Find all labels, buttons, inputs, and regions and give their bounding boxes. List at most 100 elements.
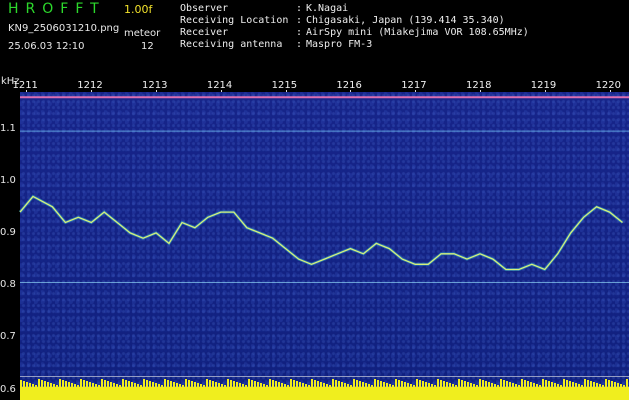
noise-floor-spike — [248, 379, 250, 387]
noise-floor-spike — [101, 379, 103, 387]
noise-floor-spike — [107, 381, 109, 387]
noise-floor-spike — [296, 381, 298, 387]
noise-floor-spike — [149, 381, 151, 387]
noise-floor-spike — [188, 380, 190, 387]
noise-floor-spike — [602, 385, 604, 387]
noise-floor-spike — [494, 384, 496, 387]
noise-floor-spike — [266, 385, 268, 387]
noise-floor-spike — [74, 384, 76, 387]
noise-floor-spike — [185, 379, 187, 387]
noise-floor-spike — [221, 384, 223, 387]
noise-floor-spike — [290, 379, 292, 387]
noise-floor-spike — [518, 385, 520, 387]
noise-floor-spike — [431, 384, 433, 387]
noise-floor-spike — [155, 383, 157, 387]
noise-floor-spike — [386, 383, 388, 387]
noise-floor-spike — [242, 384, 244, 387]
noise-floor-spike — [356, 380, 358, 387]
noise-floor-spike — [458, 379, 460, 387]
noise-floor-spike — [164, 379, 166, 387]
noise-floor-spike — [161, 385, 163, 387]
noise-floor-spike — [80, 379, 82, 387]
noise-floor-spike — [434, 385, 436, 387]
noise-floor-spike — [29, 383, 31, 387]
noise-floor-spike — [374, 379, 376, 387]
noise-floor-spike — [347, 384, 349, 387]
trace-glow — [18, 194, 624, 272]
noise-floor-spike — [269, 379, 271, 387]
noise-floor-spike — [395, 379, 397, 387]
noise-floor-spike — [167, 380, 169, 387]
noise-floor-spike — [419, 380, 421, 387]
noise-floor-spike — [605, 379, 607, 387]
noise-floor-spike — [521, 379, 523, 387]
noise-floor-spike — [44, 381, 46, 387]
noise-floor-spike — [359, 381, 361, 387]
noise-floor-spike — [194, 382, 196, 387]
noise-floor-spike — [23, 381, 25, 387]
noise-floor-spike — [368, 384, 370, 387]
noise-floor-spike — [89, 382, 91, 387]
noise-floor-spike — [245, 385, 247, 387]
noise-floor-spike — [116, 384, 118, 387]
noise-floor-spike — [104, 380, 106, 387]
noise-floor-spike — [206, 379, 208, 387]
noise-floor-spike — [26, 382, 28, 387]
noise-floor-spike — [50, 383, 52, 387]
noise-floor-spike — [527, 381, 529, 387]
noise-floor-spike — [122, 379, 124, 387]
noise-floor-spike — [320, 382, 322, 387]
noise-floor-spike — [137, 384, 139, 387]
noise-floor-spike — [251, 380, 253, 387]
noise-floor-spike — [554, 383, 556, 387]
noise-floor-spike — [254, 381, 256, 387]
noise-floor-spike — [341, 382, 343, 387]
noise-floor-spike — [299, 382, 301, 387]
noise-floor-spike — [335, 380, 337, 387]
noise-floor-spike — [461, 380, 463, 387]
noise-floor-spike — [485, 381, 487, 387]
noise-floor-spike — [500, 379, 502, 387]
noise-floor-spike — [302, 383, 304, 387]
noise-floor-spike — [464, 381, 466, 387]
noise-floor-spike — [353, 379, 355, 387]
noise-floor-spike — [59, 379, 61, 387]
noise-floor-spike — [98, 385, 100, 387]
noise-floor-spike — [452, 384, 454, 387]
noise-floor-spike — [377, 380, 379, 387]
noise-floor-spike — [77, 385, 79, 387]
noise-floor-spike — [53, 384, 55, 387]
noise-floor-spike — [119, 385, 121, 387]
noise-floor-spike — [272, 380, 274, 387]
noise-floor-spike — [509, 382, 511, 387]
noise-floor-spike — [623, 385, 625, 387]
noise-floor-spike — [560, 385, 562, 387]
noise-floor-spike — [41, 380, 43, 387]
noise-floor-spike — [317, 381, 319, 387]
noise-floor-spike — [593, 382, 595, 387]
noise-floor-spike — [239, 383, 241, 387]
signal-trace — [19, 195, 623, 271]
noise-floor-spike — [416, 379, 418, 387]
noise-floor-spike — [563, 379, 565, 387]
noise-floor-spike — [293, 380, 295, 387]
noise-floor-spike — [512, 383, 514, 387]
noise-floor-spike — [566, 380, 568, 387]
noise-floor-spike — [71, 383, 73, 387]
noise-floor-spike — [545, 380, 547, 387]
noise-floor-spike — [410, 384, 412, 387]
noise-floor-spike — [542, 379, 544, 387]
noise-floor-spike — [329, 385, 331, 387]
noise-floor-spike — [326, 384, 328, 387]
noise-floor-spike — [533, 383, 535, 387]
noise-floor-spike — [152, 382, 154, 387]
noise-floor-spike — [344, 383, 346, 387]
noise-floor-spike — [626, 379, 628, 387]
noise-floor-spike — [209, 380, 211, 387]
noise-floor-spike — [125, 380, 127, 387]
noise-floor-spike — [578, 384, 580, 387]
noise-floor-spike — [236, 382, 238, 387]
noise-floor-spike — [596, 383, 598, 387]
noise-floor-spike — [590, 381, 592, 387]
noise-floor-spike — [200, 384, 202, 387]
